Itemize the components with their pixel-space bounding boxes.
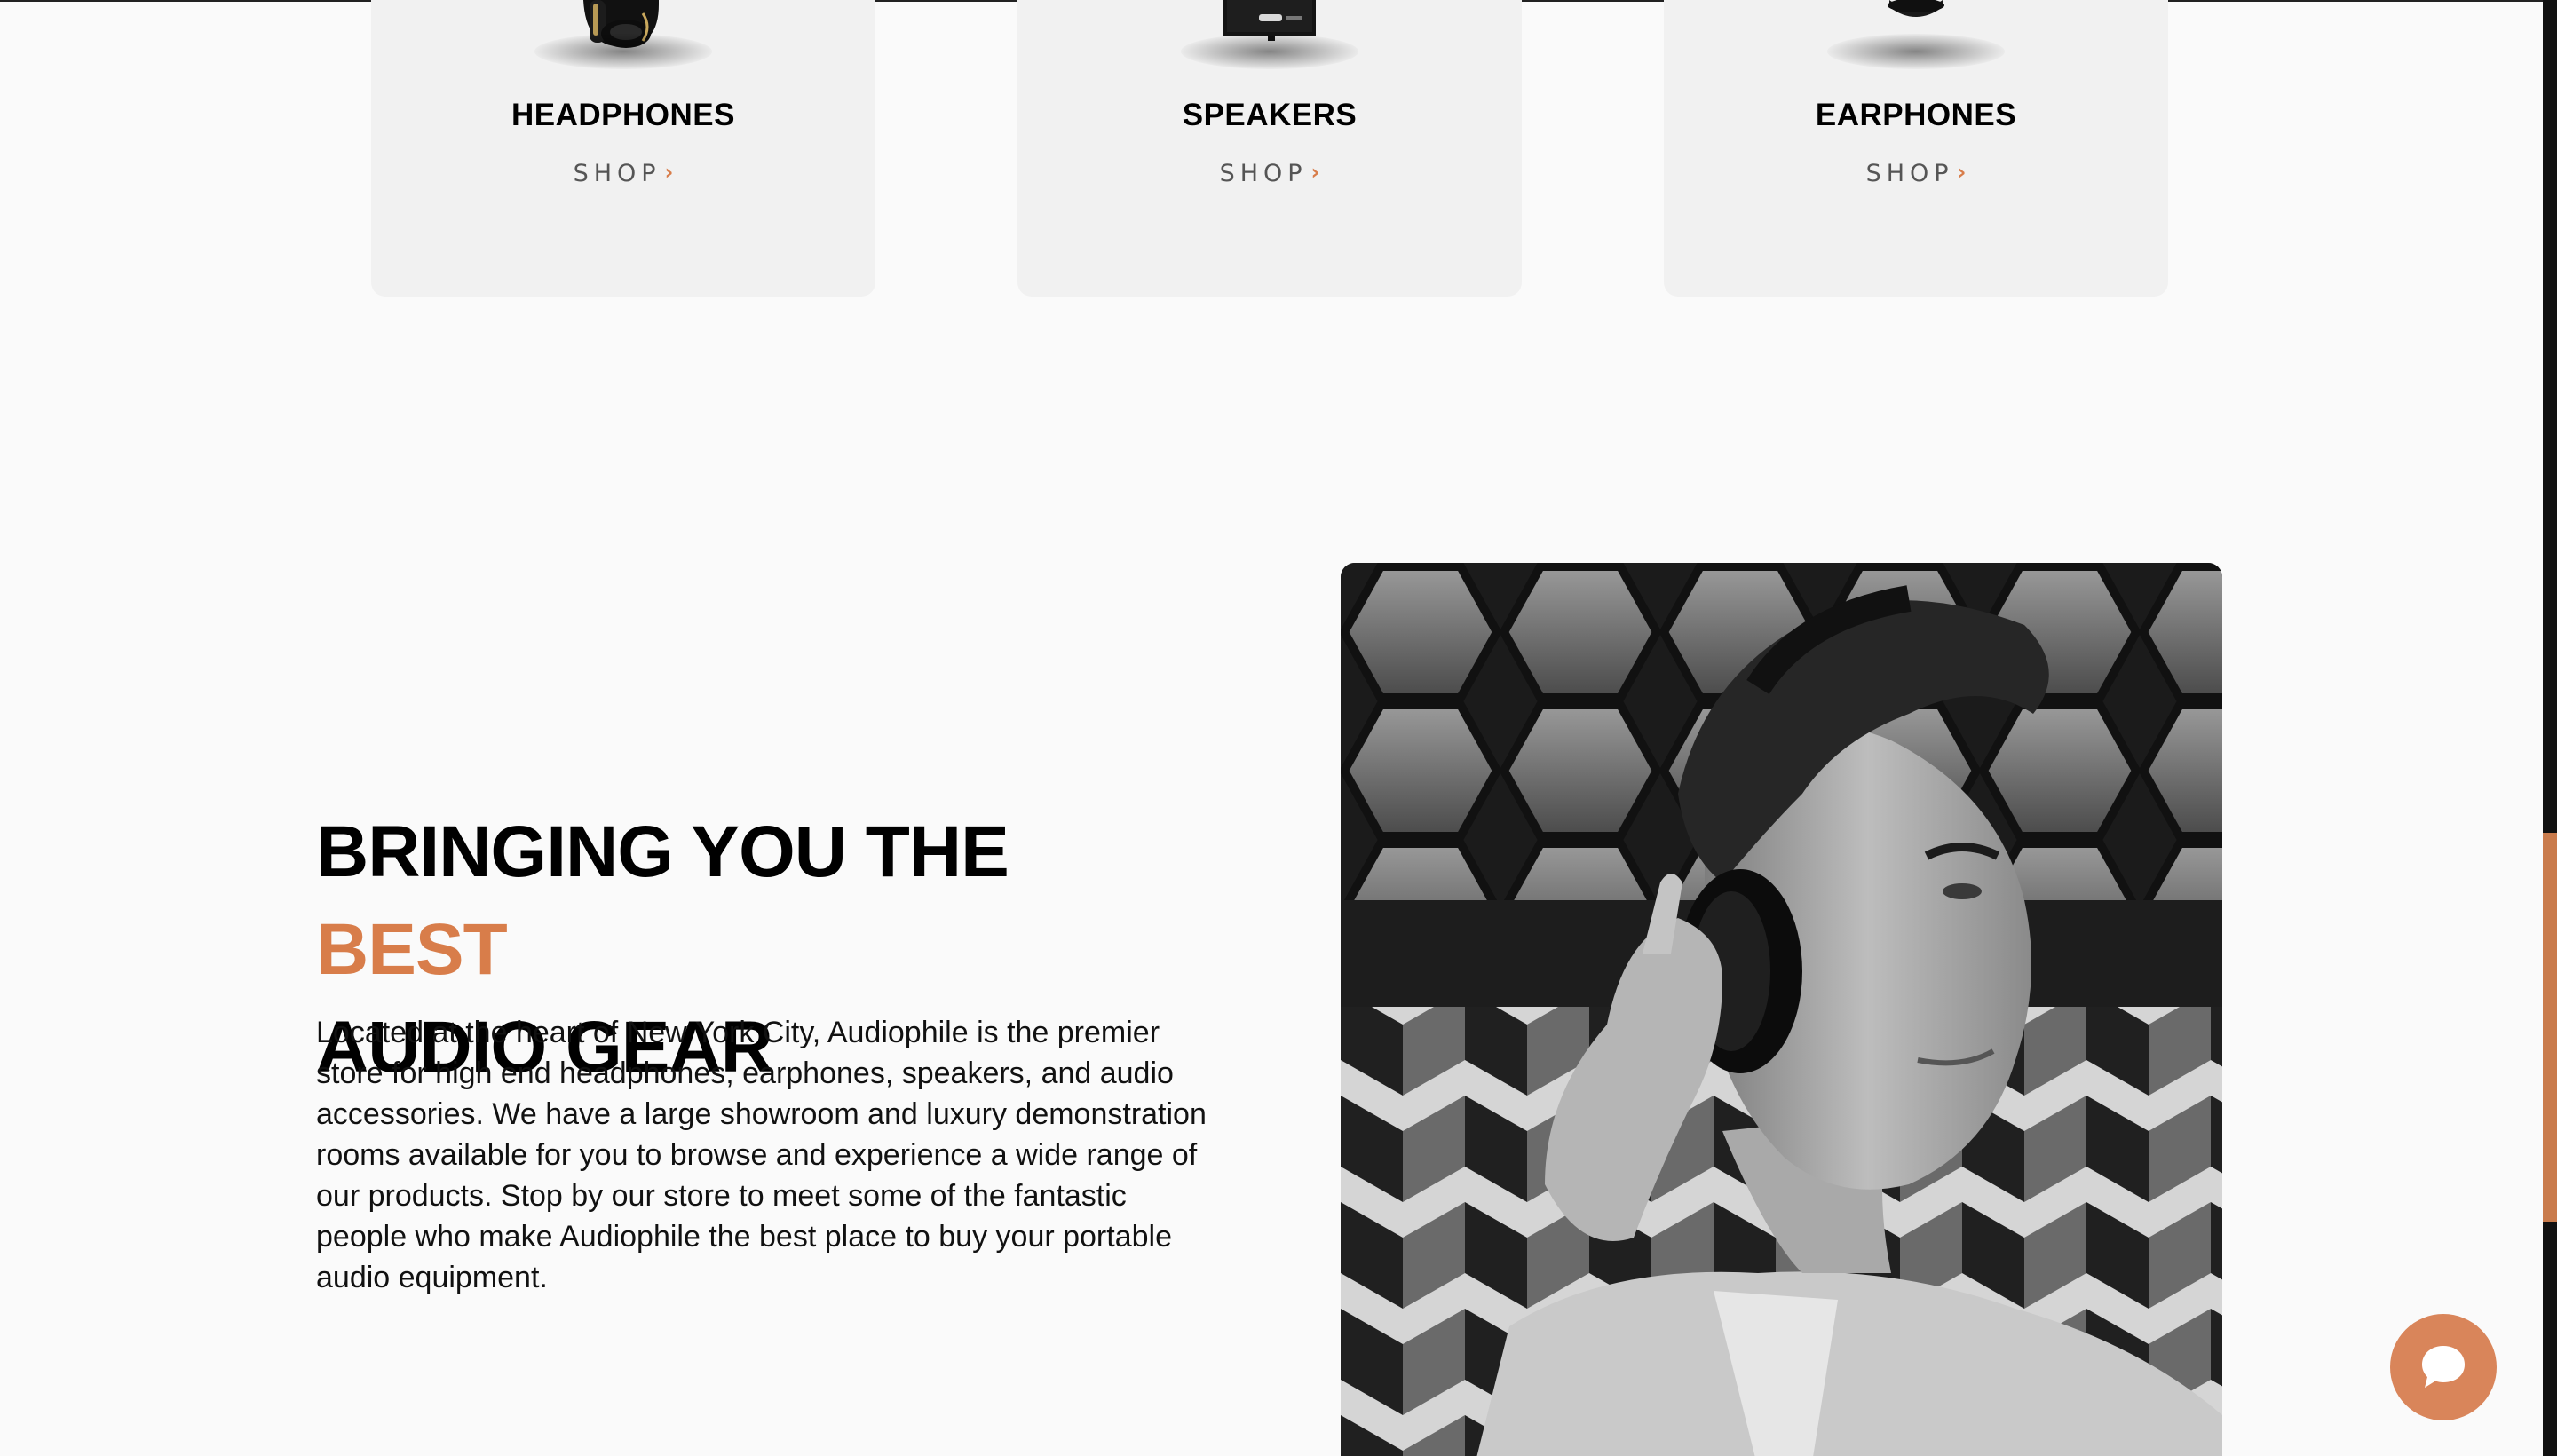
category-title: HEADPHONES: [511, 98, 735, 132]
category-title: EARPHONES: [1815, 98, 2017, 132]
about-description: Located at the heart of New York City, A…: [316, 1016, 1207, 1294]
page-scrollbar[interactable]: [2543, 0, 2557, 1456]
scrollbar-thumb[interactable]: [2543, 833, 2557, 1222]
chat-button[interactable]: [2390, 1314, 2497, 1420]
chat-bubble-icon: [2422, 1346, 2465, 1388]
chevron-right-icon: ›: [1310, 160, 1320, 185]
about-heading-accent: BEST: [316, 909, 508, 990]
shop-link-label: SHOP: [1865, 160, 1954, 187]
about-heading-part1: BRINGING YOU THE: [316, 811, 1009, 892]
shop-link[interactable]: SHOP ›: [371, 160, 875, 187]
category-card-earphones[interactable]: EARPHONES SHOP ›: [1664, 0, 2168, 297]
earphones-icon: [1827, 0, 2005, 69]
chevron-right-icon: ›: [1957, 160, 1967, 185]
shop-link-label: SHOP: [573, 160, 661, 187]
category-title: SPEAKERS: [1182, 98, 1358, 132]
shop-link-label: SHOP: [1219, 160, 1308, 187]
chevron-right-icon: ›: [664, 160, 674, 185]
category-card-headphones[interactable]: HEADPHONES SHOP ›: [371, 0, 875, 297]
page: HEADPHONES SHOP › SPEAKERS SHOP › EARPHON: [0, 0, 2557, 1456]
shop-link[interactable]: SHOP ›: [1017, 160, 1522, 187]
shop-link[interactable]: SHOP ›: [1664, 160, 2168, 187]
headphones-icon: [534, 0, 712, 69]
category-card-speakers[interactable]: SPEAKERS SHOP ›: [1017, 0, 1522, 297]
best-gear-photo: [1341, 563, 2222, 1456]
speaker-icon: [1181, 0, 1358, 69]
